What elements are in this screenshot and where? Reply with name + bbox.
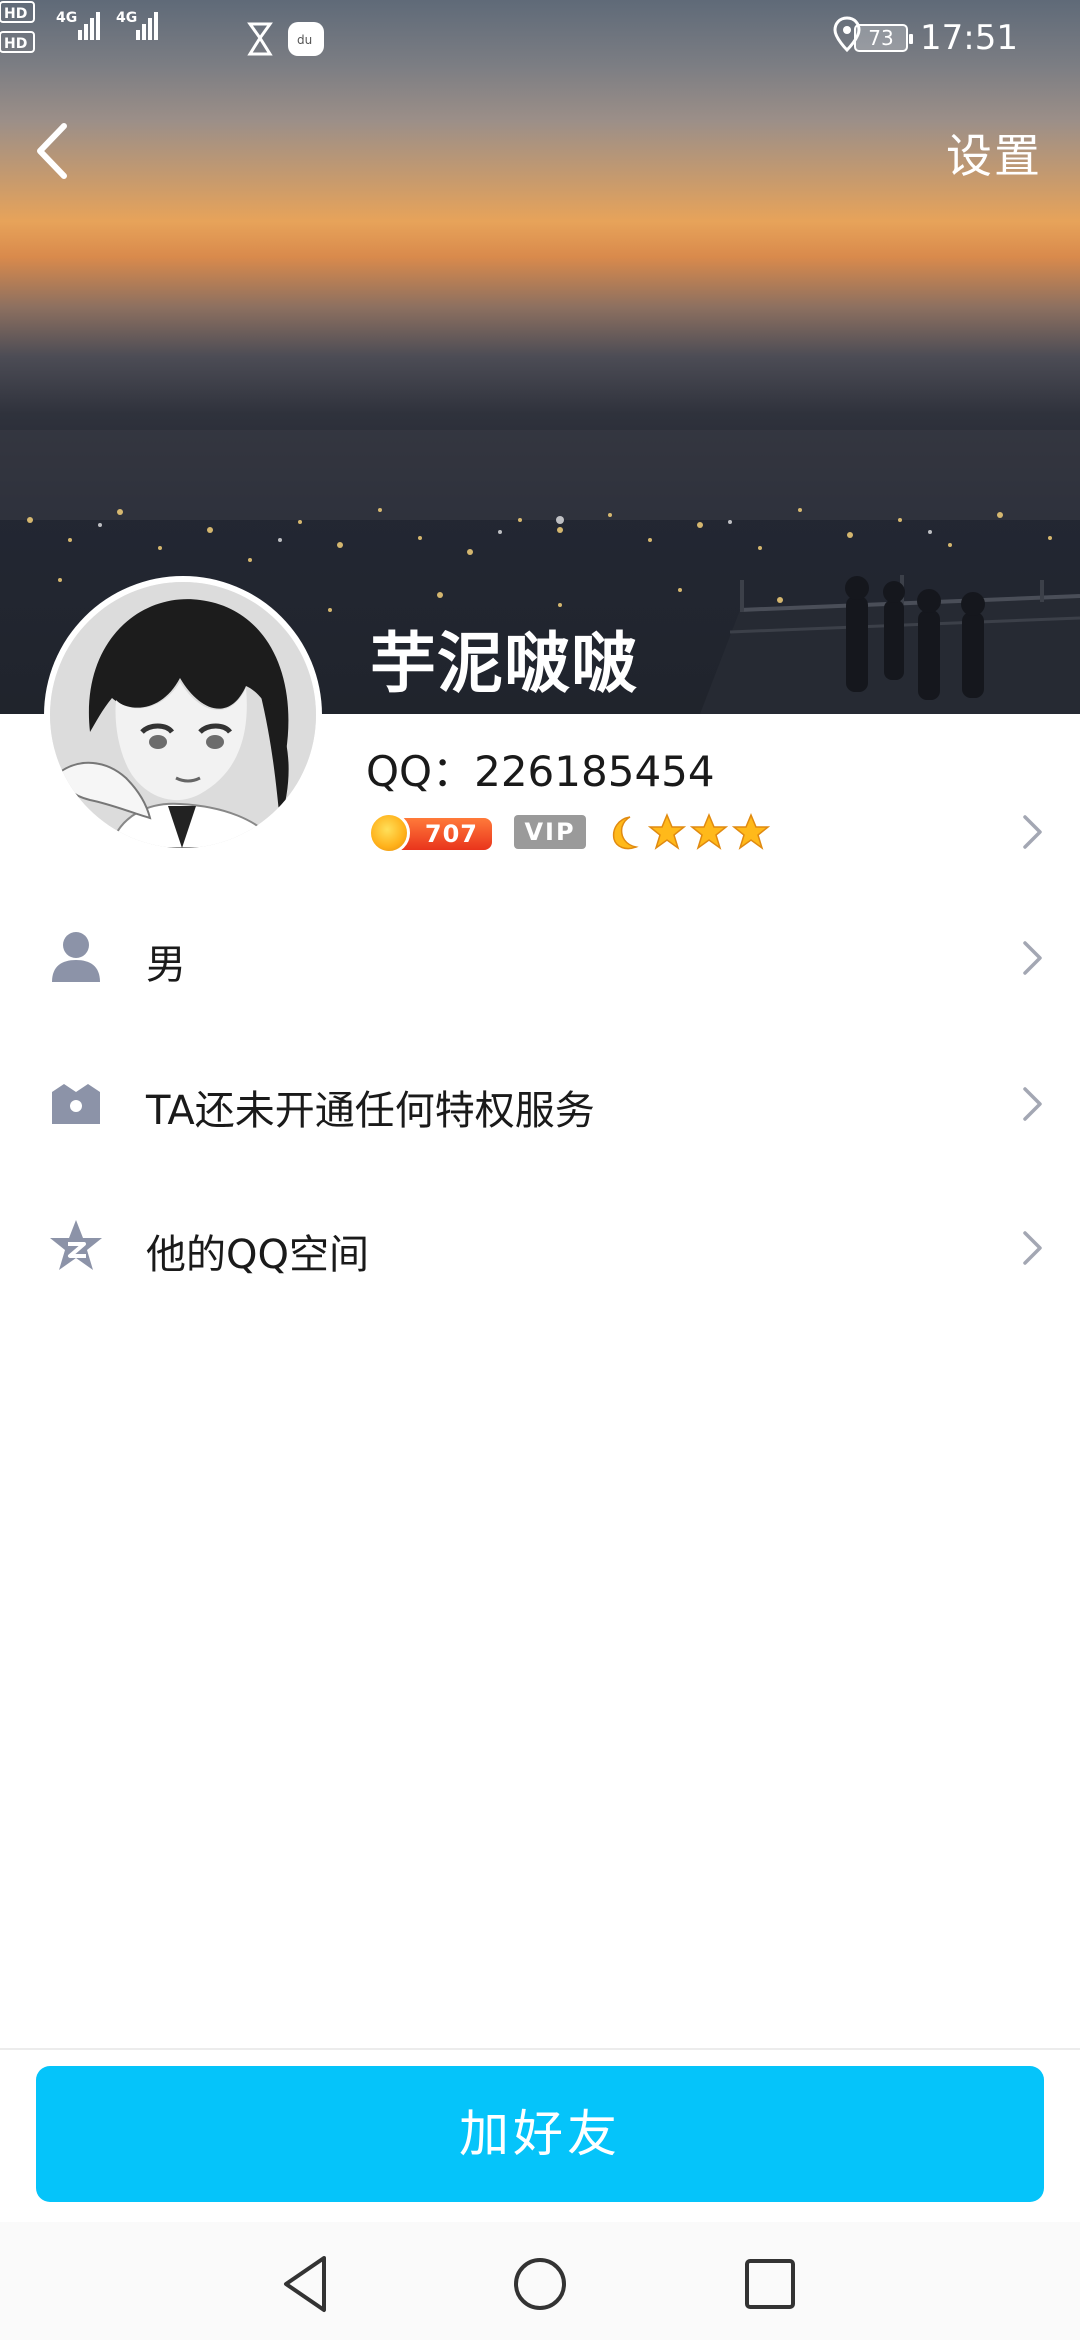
level-badge: 707	[368, 812, 492, 854]
avatar-image	[50, 582, 316, 848]
svg-text:4G: 4G	[116, 10, 137, 26]
status-time: 17:51	[920, 18, 1018, 58]
sun-coin-icon	[368, 812, 410, 854]
qzone-icon	[50, 1220, 102, 1270]
home-nav-icon[interactable]	[504, 2248, 576, 2320]
battery-level: 73	[868, 26, 894, 50]
qq-level-icons	[606, 813, 774, 851]
hourglass-icon: du	[247, 22, 324, 56]
chevron-right-icon	[1023, 941, 1042, 975]
crown-icon	[52, 1084, 100, 1124]
back-button[interactable]	[26, 116, 82, 186]
star-icon	[690, 813, 728, 850]
svg-text:HD: HD	[4, 36, 27, 52]
divider	[0, 2048, 1080, 2050]
system-nav-bar	[0, 2222, 1080, 2340]
gender-row[interactable]: 男	[0, 888, 1080, 1028]
vip-badge: VIP	[514, 815, 586, 849]
profile-nickname: 芋泥啵啵	[370, 625, 638, 702]
back-arrow-icon	[37, 123, 67, 179]
gender-label: 男	[146, 942, 186, 988]
status-bar: HD HD 4G 4G du 73 17:51	[0, 0, 1080, 76]
add-friend-button[interactable]: 加好友	[36, 2066, 1044, 2202]
status-right-cluster: 73 17:51	[832, 16, 1018, 60]
settings-button[interactable]: 设置	[946, 120, 1042, 184]
battery-icon: 73	[854, 24, 914, 52]
svg-text:HD: HD	[4, 6, 27, 22]
recents-nav-icon[interactable]	[734, 2248, 806, 2320]
svg-text:4G: 4G	[56, 10, 77, 26]
moon-icon	[612, 816, 639, 850]
chevron-right-icon	[1023, 1231, 1042, 1265]
profile-badges[interactable]: 707 VIP	[364, 806, 774, 858]
person-icon	[52, 932, 100, 982]
qzone-row[interactable]: 他的QQ空间	[0, 1178, 1080, 1318]
svg-text:du: du	[297, 33, 312, 47]
anime-avatar-illustration	[50, 582, 316, 848]
chevron-right-icon	[1023, 1087, 1042, 1121]
avatar[interactable]	[44, 576, 322, 854]
back-nav-icon[interactable]	[272, 2248, 344, 2320]
star-icon	[732, 813, 770, 850]
star-icon	[648, 813, 686, 850]
privilege-label: TA还未开通任何特权服务	[146, 1088, 595, 1134]
profile-screen: HD HD 4G 4G du 73 17:51 设置 芋泥啵啵 QQ：22618…	[0, 0, 1080, 2340]
privilege-row[interactable]: TA还未开通任何特权服务	[0, 1034, 1080, 1174]
chevron-right-icon[interactable]	[1020, 812, 1046, 852]
qzone-label: 他的QQ空间	[146, 1232, 369, 1278]
network-status-icons: HD HD 4G 4G	[0, 1, 158, 53]
qq-number: QQ：226185454	[366, 747, 715, 796]
